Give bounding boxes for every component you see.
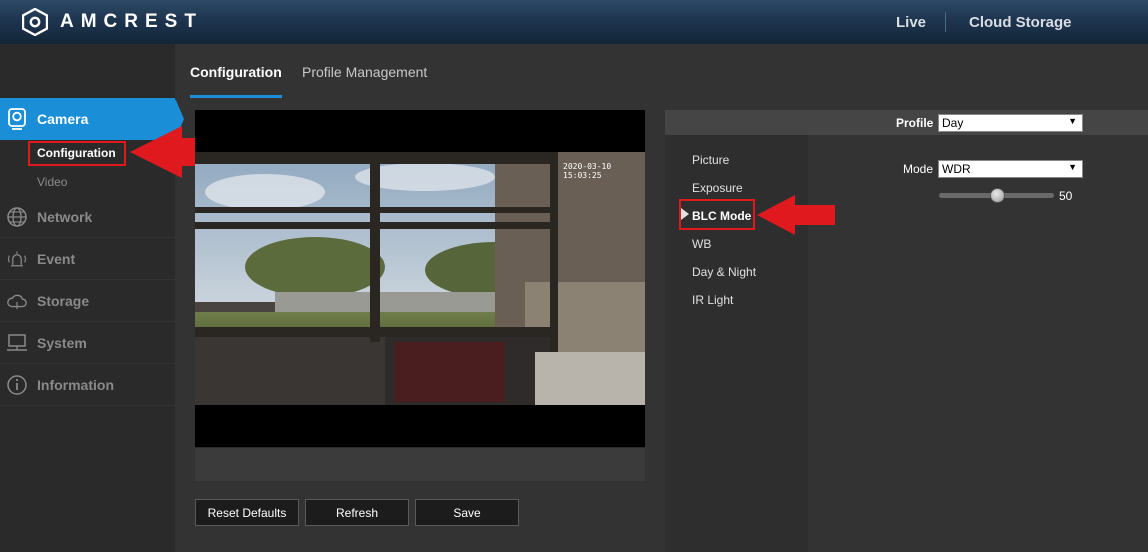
chevron-down-icon: ▼ bbox=[1068, 162, 1077, 172]
wdr-level-slider[interactable] bbox=[939, 188, 1054, 203]
sidebar-subitem-video[interactable]: Video bbox=[37, 175, 67, 189]
settings-item-picture[interactable]: Picture bbox=[692, 153, 729, 167]
mode-label: Mode bbox=[903, 162, 934, 176]
red-arrow-blc-mode bbox=[757, 195, 835, 235]
save-button[interactable]: Save bbox=[415, 499, 519, 526]
brand-logo: AMCREST bbox=[22, 7, 203, 37]
camera-scene-image bbox=[195, 152, 645, 405]
globe-icon bbox=[6, 206, 28, 228]
profile-label: Profile bbox=[896, 116, 934, 130]
nav-cloud-storage[interactable]: Cloud Storage bbox=[969, 0, 1072, 44]
reset-defaults-button[interactable]: Reset Defaults bbox=[195, 499, 299, 526]
slider-thumb[interactable] bbox=[989, 188, 1005, 203]
preview-timestamp: 2020-03-10 15:03:25 bbox=[563, 162, 612, 180]
highlight-box-blc-mode bbox=[679, 199, 755, 230]
settings-item-ir-light[interactable]: IR Light bbox=[692, 293, 733, 307]
brand-name: AMCREST bbox=[60, 11, 203, 32]
nav-divider bbox=[945, 12, 946, 32]
info-icon bbox=[6, 374, 28, 396]
monitor-icon bbox=[6, 332, 28, 354]
preview-control-strip bbox=[195, 447, 645, 481]
nav-live[interactable]: Live bbox=[896, 0, 926, 44]
settings-item-wb[interactable]: WB bbox=[692, 237, 711, 251]
amcrest-logo-icon bbox=[22, 8, 48, 36]
sidebar-item-information[interactable]: Information bbox=[0, 364, 175, 406]
tab-bar: Configuration Profile Management bbox=[175, 44, 1148, 100]
mode-select[interactable]: WDR ▼ bbox=[938, 160, 1083, 178]
sidebar-item-label: Information bbox=[37, 376, 114, 393]
refresh-button[interactable]: Refresh bbox=[305, 499, 409, 526]
sidebar-item-label: Storage bbox=[37, 292, 90, 309]
sidebar-item-event[interactable]: Event bbox=[0, 238, 175, 280]
tab-configuration[interactable]: Configuration bbox=[190, 64, 282, 80]
settings-item-exposure[interactable]: Exposure bbox=[692, 181, 743, 195]
mode-select-value: WDR bbox=[942, 162, 971, 176]
camera-icon bbox=[6, 108, 28, 130]
slider-value: 50 bbox=[1059, 189, 1073, 203]
active-tab-indicator bbox=[190, 95, 282, 98]
camera-preview: 2020-03-10 15:03:25 bbox=[195, 110, 645, 447]
sidebar-item-storage[interactable]: Storage bbox=[0, 280, 175, 322]
sidebar-item-label: System bbox=[37, 334, 87, 351]
tab-profile-management[interactable]: Profile Management bbox=[302, 64, 427, 80]
sidebar-item-system[interactable]: System bbox=[0, 322, 175, 364]
sidebar-item-label: Network bbox=[37, 208, 93, 225]
sidebar-item-label: Event bbox=[37, 250, 76, 267]
sidebar-item-label: Camera bbox=[37, 111, 89, 127]
alarm-icon bbox=[6, 248, 28, 270]
profile-select[interactable]: Day ▼ bbox=[938, 114, 1083, 132]
sidebar-item-network[interactable]: Network bbox=[0, 196, 175, 238]
top-header: AMCREST Live Cloud Storage bbox=[0, 0, 1148, 44]
profile-select-value: Day bbox=[942, 116, 964, 130]
chevron-down-icon: ▼ bbox=[1068, 116, 1077, 126]
settings-item-day-night[interactable]: Day & Night bbox=[692, 265, 756, 279]
cloud-icon bbox=[6, 290, 28, 312]
highlight-box-configuration bbox=[28, 141, 126, 166]
